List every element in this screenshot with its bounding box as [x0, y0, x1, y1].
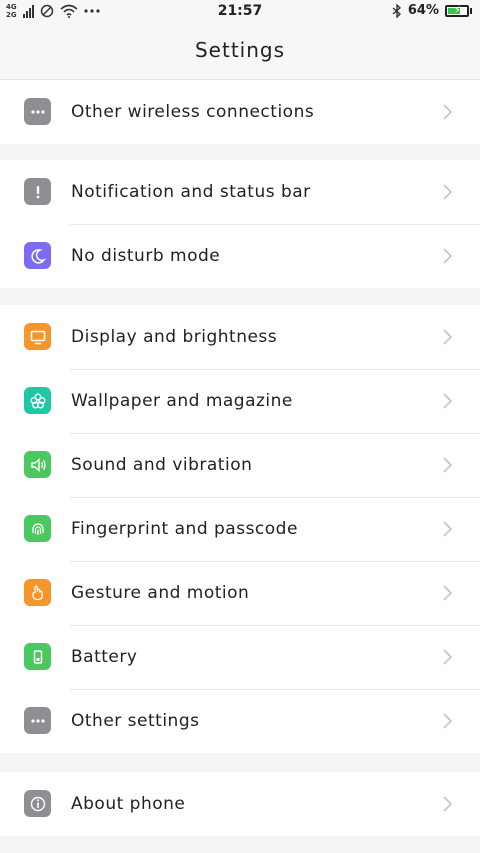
- chevron-right-icon: [443, 585, 453, 601]
- group-wireless: Other wireless connections: [0, 80, 480, 144]
- list-item-label: Other wireless connections: [71, 102, 315, 122]
- list-item-label: Battery: [71, 647, 138, 667]
- chevron-right-icon: [443, 521, 453, 537]
- list-item-label: Notification and status bar: [71, 182, 311, 202]
- flower-icon: [24, 387, 51, 414]
- list-item-no-disturb-mode[interactable]: No disturb mode: [0, 224, 480, 288]
- list-item-gesture-and-motion[interactable]: Gesture and motion: [0, 561, 480, 625]
- list-item-other-wireless-connections[interactable]: Other wireless connections: [0, 80, 480, 144]
- list-item-label: Fingerprint and passcode: [71, 519, 298, 539]
- list-item-label: No disturb mode: [71, 246, 221, 266]
- group-about: About phone: [0, 772, 480, 836]
- exclamation-icon: [24, 178, 51, 205]
- chevron-right-icon: [443, 184, 453, 200]
- chevron-right-icon: [443, 393, 453, 409]
- list-item-notification-and-status-bar[interactable]: Notification and status bar: [0, 160, 480, 224]
- list-item-display-and-brightness[interactable]: Display and brightness: [0, 305, 480, 369]
- list-item-about-phone[interactable]: About phone: [0, 772, 480, 836]
- list-item-label: About phone: [71, 794, 186, 814]
- more-dots-icon: [24, 98, 51, 125]
- status-right: 64% ⚡: [392, 3, 472, 18]
- moon-icon: [24, 242, 51, 269]
- battery-percent: 64%: [407, 3, 439, 18]
- list-item-battery[interactable]: Battery: [0, 625, 480, 689]
- status-bar: 4G 2G 21:57 64% ⚡: [0, 0, 480, 24]
- title-bar: Settings: [0, 24, 480, 80]
- battery-status-icon: ⚡: [445, 4, 469, 17]
- list-item-label: Gesture and motion: [71, 583, 250, 603]
- list-item-label: Sound and vibration: [71, 455, 253, 475]
- page-title: Settings: [194, 38, 286, 62]
- fingerprint-icon: [24, 515, 51, 542]
- chevron-right-icon: [443, 104, 453, 120]
- chevron-right-icon: [443, 457, 453, 473]
- list-item-wallpaper-and-magazine[interactable]: Wallpaper and magazine: [0, 369, 480, 433]
- list-item-sound-and-vibration[interactable]: Sound and vibration: [0, 433, 480, 497]
- charging-bolt-icon: ⚡: [454, 4, 462, 16]
- chevron-right-icon: [443, 649, 453, 665]
- list-item-label: Wallpaper and magazine: [71, 391, 293, 411]
- group-notifications: Notification and status bar No disturb m…: [0, 160, 480, 288]
- battery-icon: [24, 643, 51, 670]
- speaker-icon: [24, 451, 51, 478]
- bluetooth-icon: [392, 3, 401, 18]
- hand-icon: [24, 579, 51, 606]
- chevron-right-icon: [443, 796, 453, 812]
- chevron-right-icon: [443, 248, 453, 264]
- list-item-label: Other settings: [71, 711, 200, 731]
- chevron-right-icon: [443, 329, 453, 345]
- group-device: Display and brightness Wallpaper and mag…: [0, 305, 480, 753]
- chevron-right-icon: [443, 713, 453, 729]
- list-item-fingerprint-and-passcode[interactable]: Fingerprint and passcode: [0, 497, 480, 561]
- list-item-other-settings[interactable]: Other settings: [0, 689, 480, 753]
- list-item-label: Display and brightness: [71, 327, 278, 347]
- more-dots-icon: [24, 707, 51, 734]
- monitor-icon: [24, 323, 51, 350]
- info-icon: [24, 790, 51, 817]
